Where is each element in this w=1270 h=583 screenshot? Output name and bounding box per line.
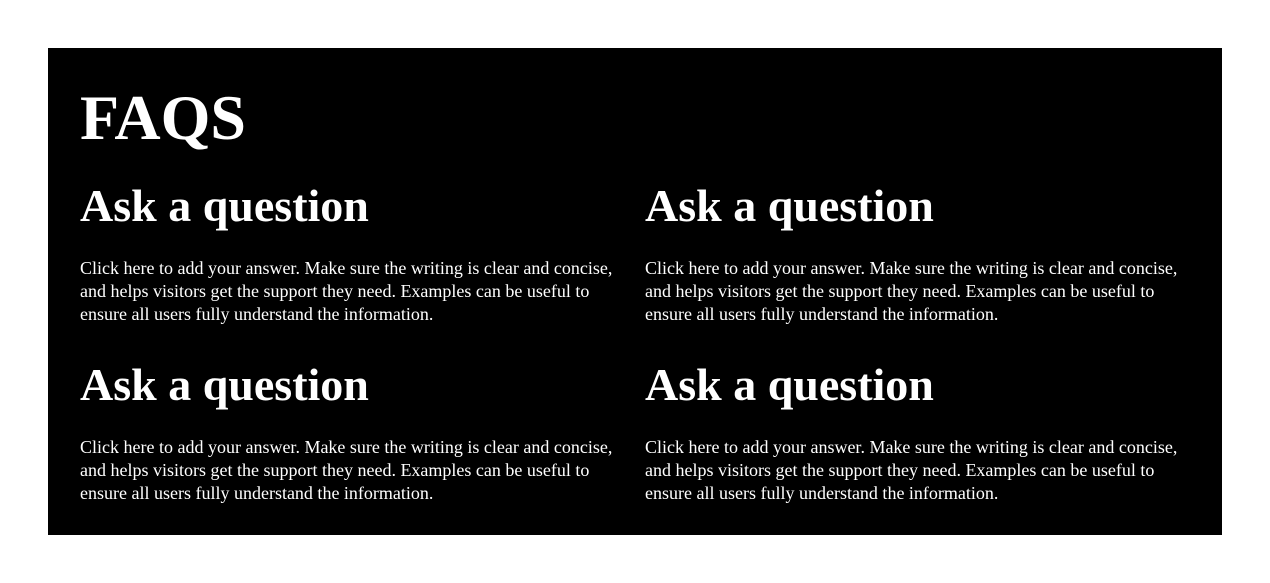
faq-question: Ask a question xyxy=(80,359,369,410)
faq-answer[interactable]: Click here to add your answer. Make sure… xyxy=(80,257,620,326)
faq-section: FAQS Ask a question Click here to add yo… xyxy=(48,48,1222,535)
faq-answer[interactable]: Click here to add your answer. Make sure… xyxy=(645,436,1185,505)
faq-item: Ask a question Click here to add your an… xyxy=(80,357,620,503)
faq-item: Ask a question Click here to add your an… xyxy=(645,178,1185,324)
faq-answer[interactable]: Click here to add your answer. Make sure… xyxy=(645,257,1185,326)
faq-question: Ask a question xyxy=(645,180,934,231)
faq-question: Ask a question xyxy=(645,359,934,410)
faq-item: Ask a question Click here to add your an… xyxy=(645,357,1185,503)
faq-answer[interactable]: Click here to add your answer. Make sure… xyxy=(80,436,620,505)
faq-question: Ask a question xyxy=(80,180,369,231)
faq-title: FAQS xyxy=(80,82,246,153)
faq-item: Ask a question Click here to add your an… xyxy=(80,178,620,324)
